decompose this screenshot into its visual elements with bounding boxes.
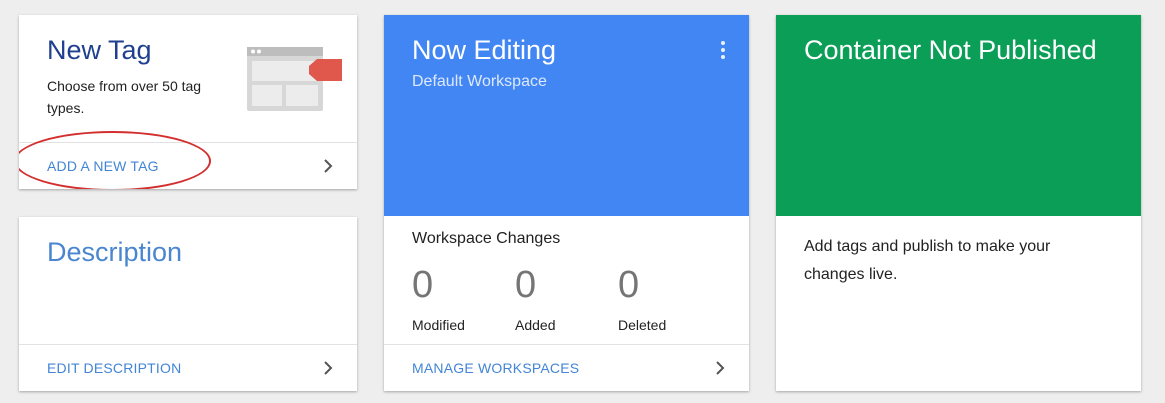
stat-value: 0 <box>515 264 537 306</box>
new-tag-subtitle: Choose from over 50 tag types. <box>47 78 202 116</box>
stat-label: Deleted <box>618 317 667 333</box>
stat-label: Added <box>515 317 556 333</box>
more-options-icon[interactable] <box>721 41 725 59</box>
stat-modified: 0 Modified <box>412 265 512 333</box>
stat-value: 0 <box>412 264 434 306</box>
description-card: Description EDIT DESCRIPTION <box>19 217 357 391</box>
container-not-published-card: Container Not Published Add tags and pub… <box>776 15 1141 391</box>
workspace-name: Default Workspace <box>412 73 547 90</box>
now-editing-header: Now Editing Default Workspace <box>384 15 749 216</box>
stat-added: 0 Added <box>515 265 615 333</box>
not-published-message: Add tags and publish to make your change… <box>804 238 1051 283</box>
stat-value: 0 <box>618 264 640 306</box>
edit-description-button[interactable]: EDIT DESCRIPTION <box>19 345 357 391</box>
new-tag-card: New Tag Choose from over 50 tag types. A… <box>19 15 357 189</box>
stat-deleted: 0 Deleted <box>618 265 718 333</box>
now-editing-card: Now Editing Default Workspace Workspace … <box>384 15 749 391</box>
chevron-right-icon <box>321 361 335 375</box>
add-new-tag-button[interactable]: ADD A NEW TAG <box>19 143 357 189</box>
tag-browser-icon <box>247 47 342 111</box>
not-published-title: Container Not Published <box>804 35 1097 65</box>
manage-workspaces-button[interactable]: MANAGE WORKSPACES <box>384 345 749 391</box>
chevron-right-icon <box>321 159 335 173</box>
workspace-changes-title: Workspace Changes <box>412 230 561 247</box>
manage-workspaces-label: MANAGE WORKSPACES <box>412 360 580 376</box>
new-tag-title: New Tag <box>47 35 152 65</box>
add-new-tag-label: ADD A NEW TAG <box>47 158 159 174</box>
not-published-header: Container Not Published <box>776 15 1141 216</box>
chevron-right-icon <box>713 361 727 375</box>
stat-label: Modified <box>412 317 465 333</box>
description-title: Description <box>47 237 183 267</box>
now-editing-title: Now Editing <box>412 35 557 65</box>
edit-description-label: EDIT DESCRIPTION <box>47 360 182 376</box>
